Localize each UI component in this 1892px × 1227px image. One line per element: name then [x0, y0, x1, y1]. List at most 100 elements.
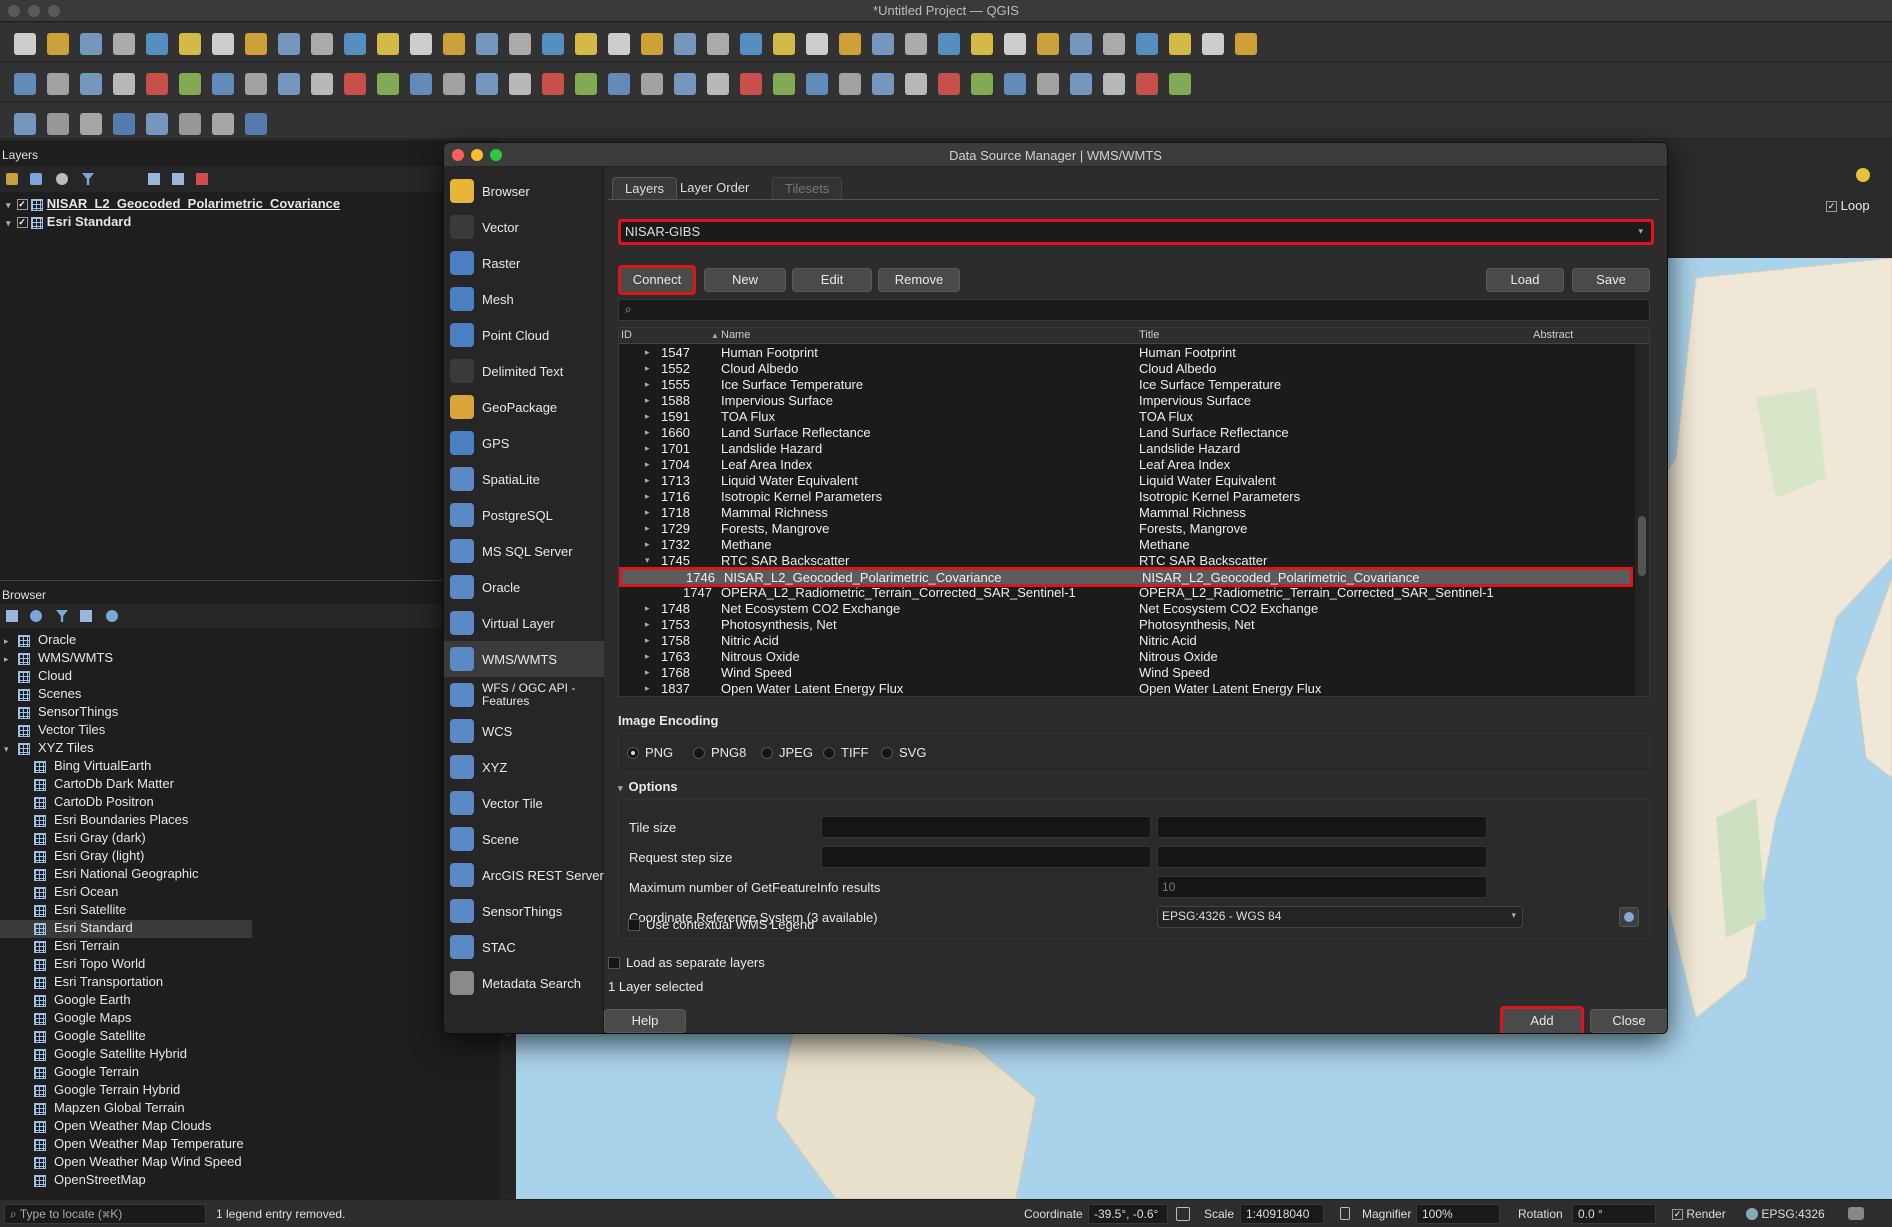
- row-expander-icon[interactable]: ▸: [645, 667, 650, 678]
- layer-search-input[interactable]: ⌕: [618, 299, 1650, 321]
- toolbar-tool-icon[interactable]: [80, 73, 102, 95]
- browser-item[interactable]: Esri Satellite: [0, 902, 252, 920]
- toolbar-tool-icon[interactable]: [575, 33, 597, 55]
- toolbar-tool-icon[interactable]: [80, 33, 102, 55]
- encoding-radio-svg[interactable]: SVG: [881, 745, 926, 760]
- browser-item[interactable]: Bing VirtualEarth: [0, 758, 252, 776]
- toolbar-tool-icon[interactable]: [641, 33, 663, 55]
- row-expander-icon[interactable]: ▾: [645, 555, 650, 566]
- toolbar-tool-icon[interactable]: [47, 113, 69, 135]
- row-expander-icon[interactable]: ▸: [645, 635, 650, 646]
- row-expander-icon[interactable]: ▸: [645, 411, 650, 422]
- row-expander-icon[interactable]: ▸: [645, 523, 650, 534]
- source-item-delimited-text[interactable]: Delimited Text: [444, 353, 604, 389]
- table-scrollbar-thumb[interactable]: [1638, 516, 1646, 576]
- layer-visibility-checkbox[interactable]: ✓: [16, 217, 28, 229]
- add-group-icon[interactable]: [30, 173, 42, 185]
- toolbar-tool-icon[interactable]: [674, 73, 696, 95]
- browser-item[interactable]: Scenes: [0, 686, 252, 704]
- step-width-input[interactable]: [821, 846, 1151, 868]
- save-connections-button[interactable]: Save: [1572, 268, 1650, 292]
- connection-select[interactable]: NISAR-GIBS ▾: [618, 219, 1654, 245]
- tile-height-input[interactable]: [1157, 816, 1487, 838]
- source-item-stac[interactable]: STAC: [444, 929, 604, 965]
- filter-icon[interactable]: [82, 173, 94, 185]
- crs-picker-button[interactable]: [1619, 907, 1639, 927]
- toolbar-tool-icon[interactable]: [476, 73, 498, 95]
- toolbar-tool-icon[interactable]: [113, 113, 135, 135]
- help-button[interactable]: Help: [604, 1009, 686, 1033]
- toolbar-tool-icon[interactable]: [1004, 33, 1026, 55]
- add-button[interactable]: Add: [1500, 1006, 1584, 1033]
- layer-tree-item[interactable]: ▾ ✓ NISAR_L2_Geocoded_Polarimetric_Covari…: [0, 196, 340, 214]
- browser-item[interactable]: Esri National Geographic: [0, 866, 252, 884]
- table-scrollbar[interactable]: [1635, 344, 1649, 696]
- row-expander-icon[interactable]: ▸: [645, 395, 650, 406]
- source-item-scene[interactable]: Scene: [444, 821, 604, 857]
- toolbar-tool-icon[interactable]: [938, 73, 960, 95]
- toolbar-tool-icon[interactable]: [1169, 73, 1191, 95]
- browser-item[interactable]: Esri Gray (light): [0, 848, 252, 866]
- encoding-radio-tiff[interactable]: TIFF: [823, 745, 868, 760]
- source-item-arcgis-rest-server[interactable]: ArcGIS REST Server: [444, 857, 604, 893]
- toolbar-tool-icon[interactable]: [1136, 73, 1158, 95]
- toolbar-tool-icon[interactable]: [245, 33, 267, 55]
- browser-item[interactable]: Esri Ocean: [0, 884, 252, 902]
- table-row[interactable]: ▸ 1713 Liquid Water Equivalent Liquid Water…: [619, 473, 1633, 489]
- toolbar-tool-icon[interactable]: [80, 113, 102, 135]
- gear-icon[interactable]: [1856, 168, 1870, 182]
- refresh-icon[interactable]: [30, 610, 42, 622]
- table-row[interactable]: ▸ 1547 Human Footprint Human Footprint: [619, 345, 1633, 361]
- info-icon[interactable]: [106, 610, 118, 622]
- toolbar-tool-icon[interactable]: [1235, 33, 1257, 55]
- browser-item[interactable]: Google Satellite Hybrid: [0, 1046, 252, 1064]
- source-item-oracle[interactable]: Oracle: [444, 569, 604, 605]
- source-item-vector-tile[interactable]: Vector Tile: [444, 785, 604, 821]
- browser-item[interactable]: ▾ XYZ Tiles: [0, 740, 252, 758]
- add-selected-layers-icon[interactable]: [6, 610, 18, 622]
- source-item-point-cloud[interactable]: Point Cloud: [444, 317, 604, 353]
- toolbar-tool-icon[interactable]: [443, 33, 465, 55]
- expander-icon[interactable]: ▸: [4, 654, 18, 665]
- row-expander-icon[interactable]: ▸: [645, 459, 650, 470]
- expander-icon[interactable]: ▾: [4, 744, 18, 755]
- toolbar-tool-icon[interactable]: [14, 73, 36, 95]
- crs-select[interactable]: EPSG:4326 - WGS 84 ▾: [1157, 906, 1523, 928]
- source-item-gps[interactable]: GPS: [444, 425, 604, 461]
- load-separate-checkbox[interactable]: Load as separate layers: [604, 955, 765, 970]
- toolbar-tool-icon[interactable]: [1103, 33, 1125, 55]
- row-expander-icon[interactable]: ▸: [645, 619, 650, 630]
- toolbar-tool-icon[interactable]: [1136, 33, 1158, 55]
- browser-item[interactable]: CartoDb Dark Matter: [0, 776, 252, 794]
- scale-input[interactable]: 1:40918040: [1240, 1204, 1324, 1224]
- row-expander-icon[interactable]: ▸: [645, 443, 650, 454]
- toolbar-tool-icon[interactable]: [410, 33, 432, 55]
- toolbar-tool-icon[interactable]: [1004, 73, 1026, 95]
- toolbar-tool-icon[interactable]: [179, 113, 201, 135]
- step-height-input[interactable]: [1157, 846, 1487, 868]
- toolbar-tool-icon[interactable]: [740, 33, 762, 55]
- source-item-sensorthings[interactable]: SensorThings: [444, 893, 604, 929]
- layer-tree-item[interactable]: ▾ ✓ Esri Standard: [0, 214, 131, 232]
- browser-item[interactable]: Esri Topo World: [0, 956, 252, 974]
- toolbar-tool-icon[interactable]: [806, 33, 828, 55]
- toolbar-tool-icon[interactable]: [971, 33, 993, 55]
- toolbar-tool-icon[interactable]: [707, 73, 729, 95]
- edit-connection-button[interactable]: Edit: [792, 268, 872, 292]
- browser-item[interactable]: Open Weather Map Wind Speed: [0, 1154, 252, 1172]
- toolbar-tool-icon[interactable]: [905, 73, 927, 95]
- toolbar-tool-icon[interactable]: [938, 33, 960, 55]
- toolbar-tool-icon[interactable]: [1037, 33, 1059, 55]
- coordinate-input[interactable]: -39.5°, -0.6°: [1088, 1204, 1168, 1224]
- toolbar-tool-icon[interactable]: [47, 73, 69, 95]
- source-item-postgresql[interactable]: PostgreSQL: [444, 497, 604, 533]
- toolbar-tool-icon[interactable]: [773, 33, 795, 55]
- browser-item[interactable]: Mapzen Global Terrain: [0, 1100, 252, 1118]
- toolbar-tool-icon[interactable]: [245, 113, 267, 135]
- table-row[interactable]: ▸ 1837 Open Water Latent Energy Flux Open W…: [619, 681, 1633, 696]
- column-id[interactable]: ID: [621, 329, 632, 341]
- toolbar-tool-icon[interactable]: [344, 33, 366, 55]
- toolbar-tool-icon[interactable]: [542, 73, 564, 95]
- source-item-wcs[interactable]: WCS: [444, 713, 604, 749]
- source-item-xyz[interactable]: XYZ: [444, 749, 604, 785]
